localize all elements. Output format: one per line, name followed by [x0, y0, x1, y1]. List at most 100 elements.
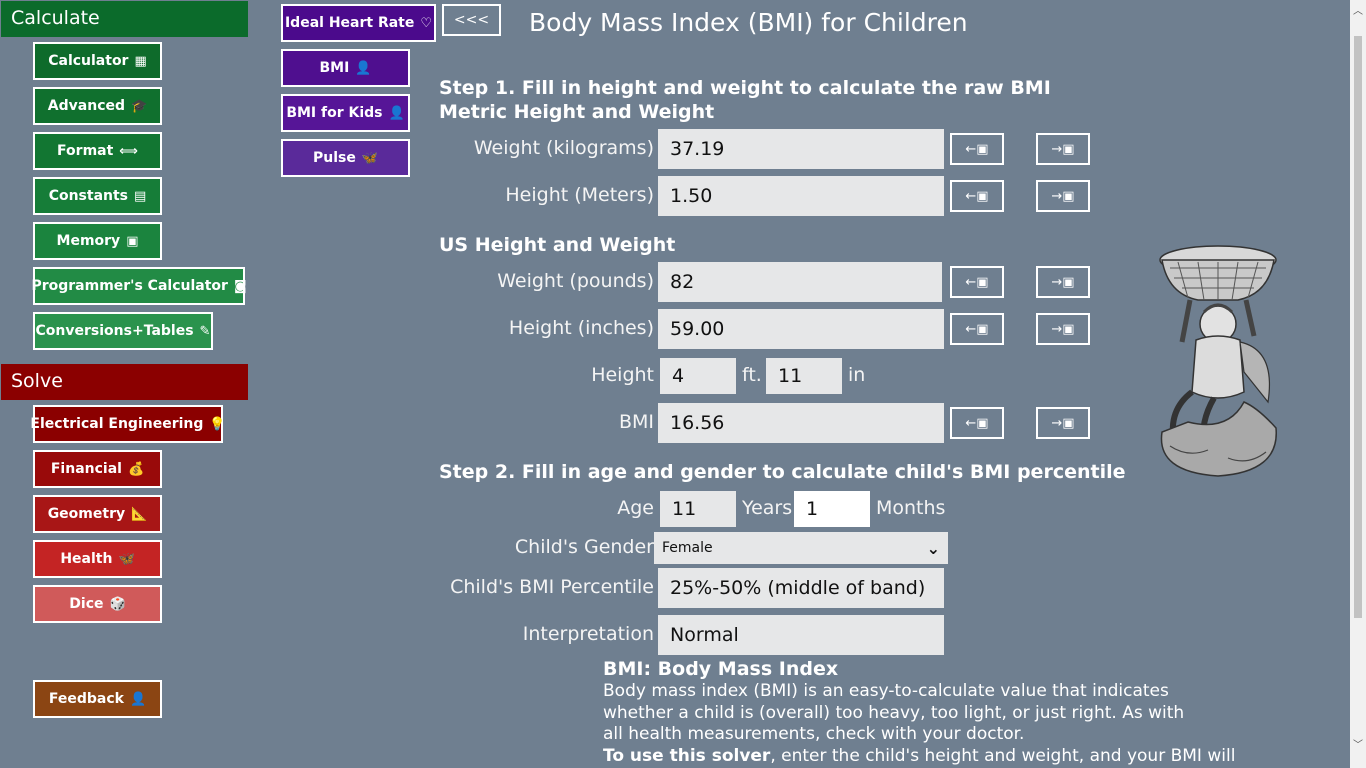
- chevron-down-icon: ⌄: [926, 538, 940, 558]
- scrollbar-thumb[interactable]: [1354, 36, 1362, 618]
- years-unit-label: Years: [742, 497, 793, 519]
- gender-select-value: Female: [662, 540, 713, 556]
- calculate-header: Calculate: [1, 1, 248, 37]
- heart-icon: ♡: [420, 15, 433, 31]
- step2-heading: Step 2. Fill in age and gender to calcul…: [439, 461, 1126, 483]
- chip-icon: ◙: [233, 278, 247, 294]
- bmi-label: BMI: [618, 411, 654, 433]
- info-title: BMI: Body Mass Index: [603, 658, 839, 680]
- constants-button[interactable]: Constants ▤: [33, 177, 162, 215]
- programmers-calculator-label: Programmer's Calculator: [31, 278, 228, 294]
- calculator-label: Calculator: [48, 53, 129, 69]
- weight-kg-copy-out-button[interactable]: →▣: [1036, 133, 1090, 165]
- bmi-copy-in-button[interactable]: ←▣: [950, 407, 1004, 439]
- pencil-icon: ✎: [199, 323, 211, 339]
- solve-header: Solve: [1, 364, 248, 400]
- height-in-copy-in-button[interactable]: ←▣: [950, 313, 1004, 345]
- weight-kg-input[interactable]: 37.19: [658, 129, 944, 169]
- bmi-copy-out-button[interactable]: →▣: [1036, 407, 1090, 439]
- programmers-calculator-button[interactable]: Programmer's Calculator ◙: [31, 267, 247, 305]
- info-usage-bold: To use this solver: [603, 746, 771, 766]
- back-button[interactable]: <<<: [442, 4, 501, 36]
- weight-kg-copy-in-button[interactable]: ←▣: [950, 133, 1004, 165]
- info-usage-rest: , enter the child's height and weight, a…: [770, 746, 1236, 766]
- percentile-label: Child's BMI Percentile: [450, 576, 654, 598]
- ideal-heart-rate-label: Ideal Heart Rate: [284, 15, 415, 31]
- feedback-button[interactable]: Feedback 👤: [33, 680, 162, 718]
- height-ft-input[interactable]: 4: [660, 358, 736, 394]
- financial-button[interactable]: Financial 💰: [33, 450, 162, 488]
- age-label: Age: [617, 497, 654, 519]
- height-in-label: Height (inches): [508, 317, 654, 339]
- interpretation-output[interactable]: Normal: [658, 615, 944, 655]
- calculator-icon: ▦: [134, 53, 147, 69]
- pulse-label: Pulse: [312, 150, 356, 166]
- electrical-engineering-button[interactable]: Electrical Engineering 💡: [30, 405, 226, 443]
- age-years-input[interactable]: 11: [660, 491, 736, 527]
- bmi-for-kids-button[interactable]: BMI for Kids 👤: [281, 94, 410, 132]
- height-in-part-input[interactable]: 11: [766, 358, 842, 394]
- metric-heading: Metric Height and Weight: [439, 101, 715, 123]
- height-m-copy-out-button[interactable]: →▣: [1036, 180, 1090, 212]
- gender-select[interactable]: Female ⌄: [654, 532, 948, 564]
- memory-button[interactable]: Memory ▣: [33, 222, 162, 260]
- calculator-button[interactable]: Calculator ▦: [33, 42, 162, 80]
- height-ftin-label: Height: [591, 364, 654, 386]
- constants-label: Constants: [48, 188, 129, 204]
- height-m-input[interactable]: 1.50: [658, 176, 944, 216]
- dice-label: Dice: [69, 596, 104, 612]
- geometry-button[interactable]: Geometry 📐: [33, 495, 162, 533]
- vertical-scrollbar[interactable]: ︿ ﹀: [1350, 0, 1366, 768]
- page-title: Body Mass Index (BMI) for Children: [529, 8, 968, 37]
- bmi-button[interactable]: BMI 👤: [281, 49, 410, 87]
- info-usage: To use this solver, enter the child's he…: [603, 746, 1235, 768]
- pulse-button[interactable]: Pulse 🦋: [281, 139, 410, 177]
- height-in-input[interactable]: 59.00: [658, 309, 944, 349]
- height-m-label: Height (Meters): [505, 184, 654, 206]
- percentile-output[interactable]: 25%-50% (middle of band): [658, 568, 944, 608]
- graduation-cap-icon: 🎓: [131, 98, 148, 114]
- bmi-label: BMI: [319, 60, 350, 76]
- dice-button[interactable]: Dice 🎲: [33, 585, 162, 623]
- us-heading: US Height and Weight: [439, 234, 676, 256]
- weight-lb-input[interactable]: 82: [658, 262, 942, 302]
- ft-unit-label: ft.: [742, 364, 762, 386]
- person-icon: 👤: [388, 105, 405, 121]
- arrows-icon: ⟺: [119, 143, 138, 159]
- format-button[interactable]: Format ⟺: [33, 132, 162, 170]
- step1-heading: Step 1. Fill in height and weight to cal…: [439, 77, 1051, 99]
- in-unit-label: in: [848, 364, 866, 386]
- months-unit-label: Months: [876, 497, 946, 519]
- conversions-tables-label: Conversions+Tables: [35, 323, 194, 339]
- gender-label: Child's Gender: [514, 536, 654, 558]
- butterfly-icon: 🦋: [118, 551, 135, 567]
- advanced-label: Advanced: [47, 98, 126, 114]
- weight-kg-label: Weight (kilograms): [473, 137, 654, 159]
- weight-lb-copy-out-button[interactable]: →▣: [1036, 266, 1090, 298]
- weight-lb-copy-in-button[interactable]: ←▣: [950, 266, 1004, 298]
- advanced-button[interactable]: Advanced 🎓: [33, 87, 162, 125]
- memory-icon: ▣: [126, 233, 139, 249]
- height-in-copy-out-button[interactable]: →▣: [1036, 313, 1090, 345]
- age-months-input[interactable]: 1: [794, 491, 870, 527]
- ideal-heart-rate-button[interactable]: Ideal Heart Rate ♡: [281, 4, 436, 42]
- money-bag-icon: 💰: [127, 461, 145, 477]
- bmi-output[interactable]: 16.56: [658, 403, 944, 443]
- conversions-tables-button[interactable]: Conversions+Tables ✎: [33, 312, 213, 350]
- interpretation-label: Interpretation: [522, 623, 654, 645]
- feedback-label: Feedback: [48, 691, 124, 707]
- scroll-up-arrow-icon[interactable]: ︿: [1353, 2, 1363, 17]
- person-icon: 👤: [355, 60, 372, 76]
- health-button[interactable]: Health 🦋: [33, 540, 162, 578]
- triangle-ruler-icon: 📐: [131, 506, 148, 522]
- weight-lb-label: Weight (pounds): [497, 270, 654, 292]
- height-m-copy-in-button[interactable]: ←▣: [950, 180, 1004, 212]
- memory-label: Memory: [56, 233, 121, 249]
- scroll-down-arrow-icon[interactable]: ﹀: [1353, 736, 1363, 751]
- cherub-statue-image: [1159, 245, 1277, 477]
- bmi-for-kids-label: BMI for Kids: [286, 105, 383, 121]
- person-icon: 👤: [129, 691, 147, 707]
- lightbulb-icon: 💡: [209, 416, 226, 432]
- butterfly-icon: 🦋: [361, 150, 379, 166]
- info-body: Body mass index (BMI) is an easy-to-calc…: [603, 681, 1185, 744]
